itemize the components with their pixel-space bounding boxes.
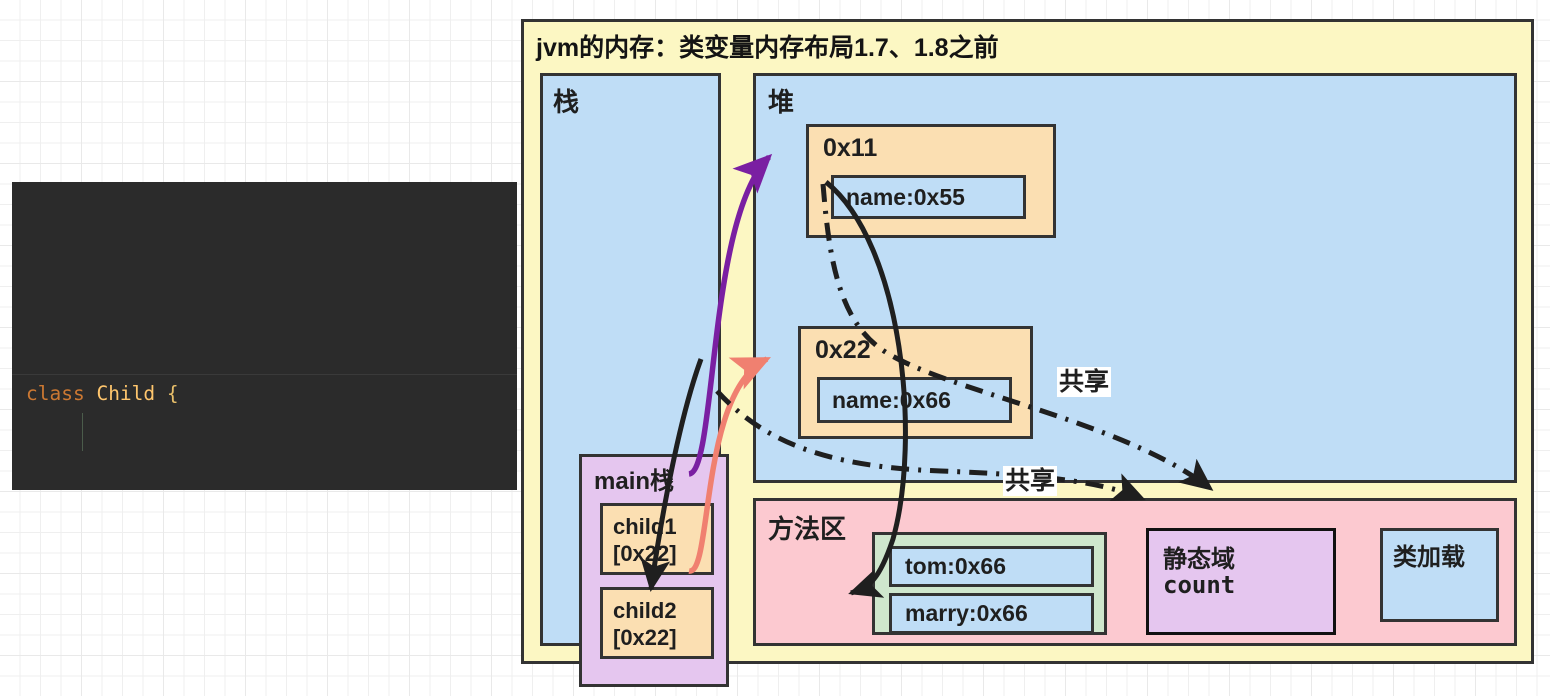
heap-object-0x11: 0x11 name:0x55: [806, 124, 1056, 238]
code-line-1[interactable]: class Child {: [12, 375, 517, 414]
stack-region: 栈 main栈 child1 [0x22] child2 [0x22]: [540, 73, 729, 687]
static-field-title: 静态域: [1163, 546, 1235, 573]
token-class-name: Child: [96, 381, 156, 405]
jvm-memory-diagram: jvm的内存：类变量内存布局1.7、1.8之前 栈 main栈 child1 [0…: [521, 19, 1534, 687]
token-keyword-class: class: [26, 381, 85, 405]
diagram-title: jvm的内存：类变量内存布局1.7、1.8之前: [536, 34, 999, 62]
method-area-label: 方法区: [768, 514, 847, 544]
child1-name: child1: [613, 514, 677, 539]
heap-region: 堆 0x11 name:0x55 0x22 name:0x66: [753, 73, 1517, 483]
main-stack-frame: main栈 child1 [0x22] child2 [0x22]: [579, 454, 729, 687]
pool-entry-marry: marry:0x66: [889, 593, 1094, 634]
token-brace-open: {: [166, 381, 179, 405]
pool-entry-tom: tom:0x66: [889, 546, 1094, 587]
stack-variable-child1: child1 [0x22]: [600, 503, 714, 575]
static-field-variable: count: [1163, 571, 1236, 599]
heap-object-0x22-address: 0x22: [815, 336, 871, 364]
stack-region-label: 栈: [553, 87, 580, 117]
child2-value: [0x22]: [613, 625, 677, 650]
heap-object-0x22-field: name:0x66: [817, 377, 1012, 423]
class-loader-box: 类加载: [1380, 528, 1499, 622]
heap-object-0x22: 0x22 name:0x66: [798, 326, 1033, 439]
class-loader-label: 类加载: [1393, 544, 1465, 571]
child2-name: child2: [613, 598, 677, 623]
method-area-region: 方法区 tom:0x66 marry:0x66 静态域 count 类加载: [753, 498, 1517, 646]
annotation-shared-upper: 共享: [1057, 367, 1112, 397]
static-field-area: 静态域 count: [1146, 528, 1336, 635]
indent-guide: [82, 413, 83, 451]
heap-object-0x11-address: 0x11: [823, 134, 878, 162]
annotation-shared-lower: 共享: [1003, 466, 1058, 496]
string-constant-pool: tom:0x66 marry:0x66: [872, 532, 1107, 635]
child1-value: [0x22]: [613, 541, 677, 566]
java-code-editor[interactable]: class Child { private String name; // 静态…: [12, 182, 517, 490]
heap-region-label: 堆: [768, 87, 795, 117]
stack-variable-child2: child2 [0x22]: [600, 587, 714, 659]
main-stack-frame-label: main栈: [594, 468, 675, 495]
heap-object-0x11-field: name:0x55: [831, 175, 1026, 219]
